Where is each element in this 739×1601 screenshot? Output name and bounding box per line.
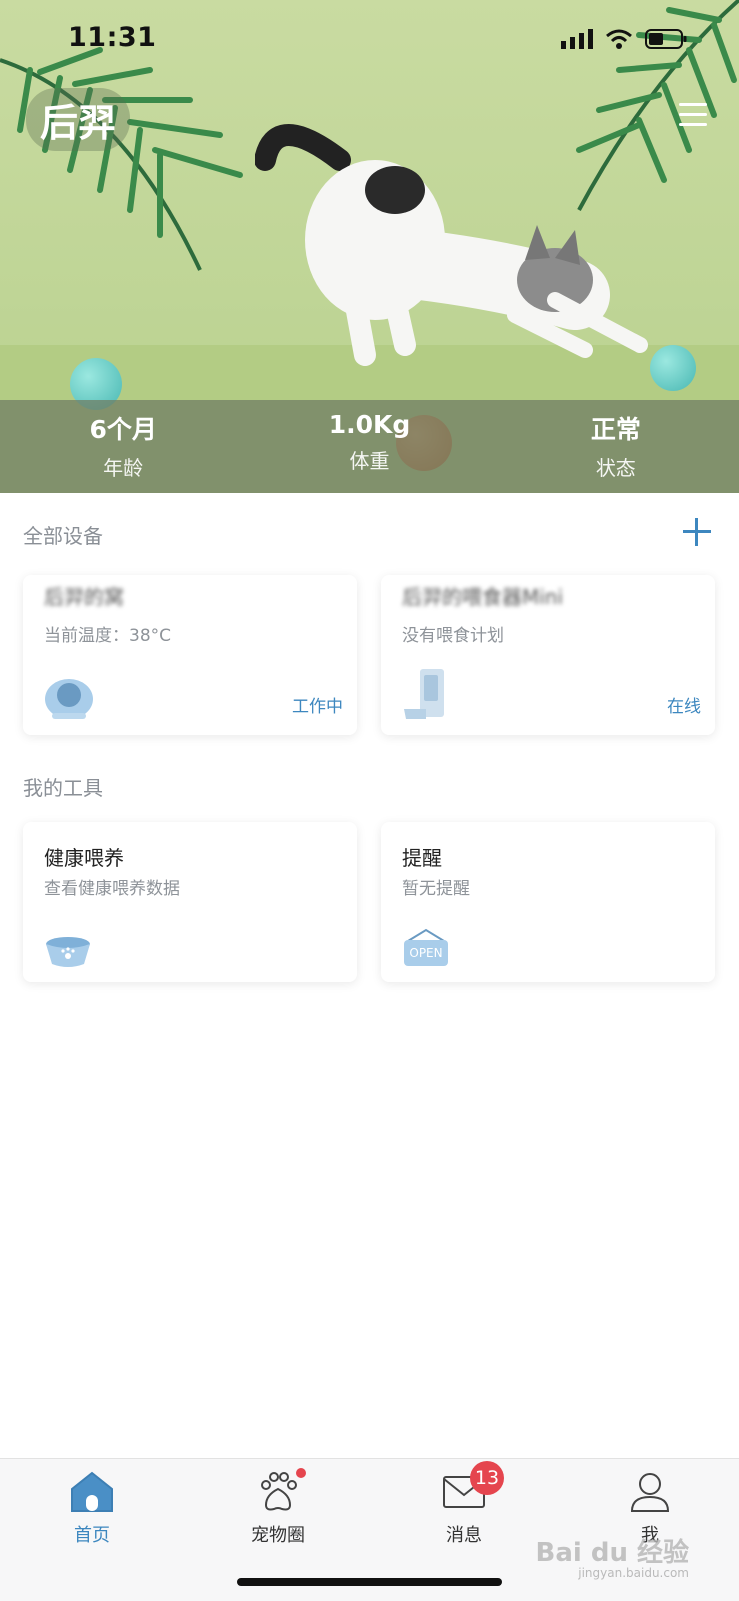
tab-label: 宠物圈 <box>251 1525 305 1546</box>
device-temperature: 当前温度：38°C <box>44 626 172 646</box>
tab-pet-circle[interactable]: 宠物圈 <box>218 1468 338 1547</box>
pet-hero-banner[interactable]: 11:31 后羿 6个月 年龄 1.0Kg 体重 正常 状态 <box>0 0 739 493</box>
tools-section-title: 我的工具 <box>23 776 103 800</box>
cat-illustration <box>255 124 648 366</box>
pet-name-chip[interactable]: 后羿 <box>26 88 131 151</box>
device-name: 后羿的喂食器Mini <box>402 585 564 609</box>
tab-home[interactable]: 首页 <box>32 1471 152 1547</box>
tool-description: 查看健康喂养数据 <box>44 879 180 899</box>
stat-label: 体重 <box>349 449 390 473</box>
tab-label: 消息 <box>446 1525 482 1546</box>
signal-icon <box>561 29 593 49</box>
tool-card-reminder[interactable]: 提醒 暂无提醒 OPEN <box>381 822 715 982</box>
user-icon <box>630 1473 670 1512</box>
tool-card-health-feeding[interactable]: 健康喂养 查看健康喂养数据 <box>23 822 357 982</box>
stat-weight: 1.0Kg 体重 <box>246 400 492 493</box>
wifi-icon <box>606 29 632 49</box>
unread-count-badge: 13 <box>470 1461 504 1495</box>
stat-label: 状态 <box>595 456 636 480</box>
open-sign-text: OPEN <box>404 940 448 966</box>
paw-icon <box>261 1472 297 1511</box>
stat-value: 6个月 <box>89 415 157 444</box>
watermark-url: jingyan.baidu.com <box>578 1566 689 1580</box>
device-card-bed[interactable]: 后羿的窝 当前温度：38°C 工作中 <box>23 575 357 735</box>
stat-value: 正常 <box>590 415 641 444</box>
add-device-plus-icon[interactable] <box>683 518 711 546</box>
pet-name: 后羿 <box>40 101 117 145</box>
status-bar: 11:31 <box>0 0 739 80</box>
tab-label: 首页 <box>74 1525 110 1546</box>
new-activity-dot <box>296 1468 306 1478</box>
feeder-icon <box>404 669 444 719</box>
status-time: 11:31 <box>68 22 157 53</box>
tab-messages[interactable]: 13 消息 <box>404 1461 524 1547</box>
pet-stats-bar: 6个月 年龄 1.0Kg 体重 正常 状态 <box>0 400 739 493</box>
device-card-feeder[interactable]: 后羿的喂食器Mini 没有喂食计划 在线 <box>381 575 715 735</box>
watermark: Bai du 经验 <box>535 1538 690 1568</box>
device-name: 后羿的窝 <box>44 585 124 609</box>
device-feeding-plan: 没有喂食计划 <box>402 626 504 646</box>
home-indicator[interactable] <box>237 1578 502 1586</box>
heated-bed-icon <box>45 679 93 719</box>
menu-list-icon[interactable] <box>679 103 707 127</box>
tool-name: 健康喂养 <box>44 846 124 870</box>
stat-value: 1.0Kg <box>328 410 411 439</box>
stat-status: 正常 状态 <box>493 400 739 493</box>
battery-icon <box>645 29 687 49</box>
stat-label: 年龄 <box>103 456 144 480</box>
home-icon <box>71 1471 113 1512</box>
status-icons <box>561 28 687 50</box>
tool-name: 提醒 <box>402 846 442 870</box>
device-status: 在线 <box>667 697 701 717</box>
open-sign-icon: OPEN <box>402 928 450 968</box>
device-status: 工作中 <box>292 697 343 717</box>
pet-bowl-icon <box>46 937 90 967</box>
toy-ball-right <box>650 345 696 391</box>
tool-description: 暂无提醒 <box>402 879 470 899</box>
devices-section-title: 全部设备 <box>23 524 103 548</box>
stat-age: 6个月 年龄 <box>0 400 246 493</box>
